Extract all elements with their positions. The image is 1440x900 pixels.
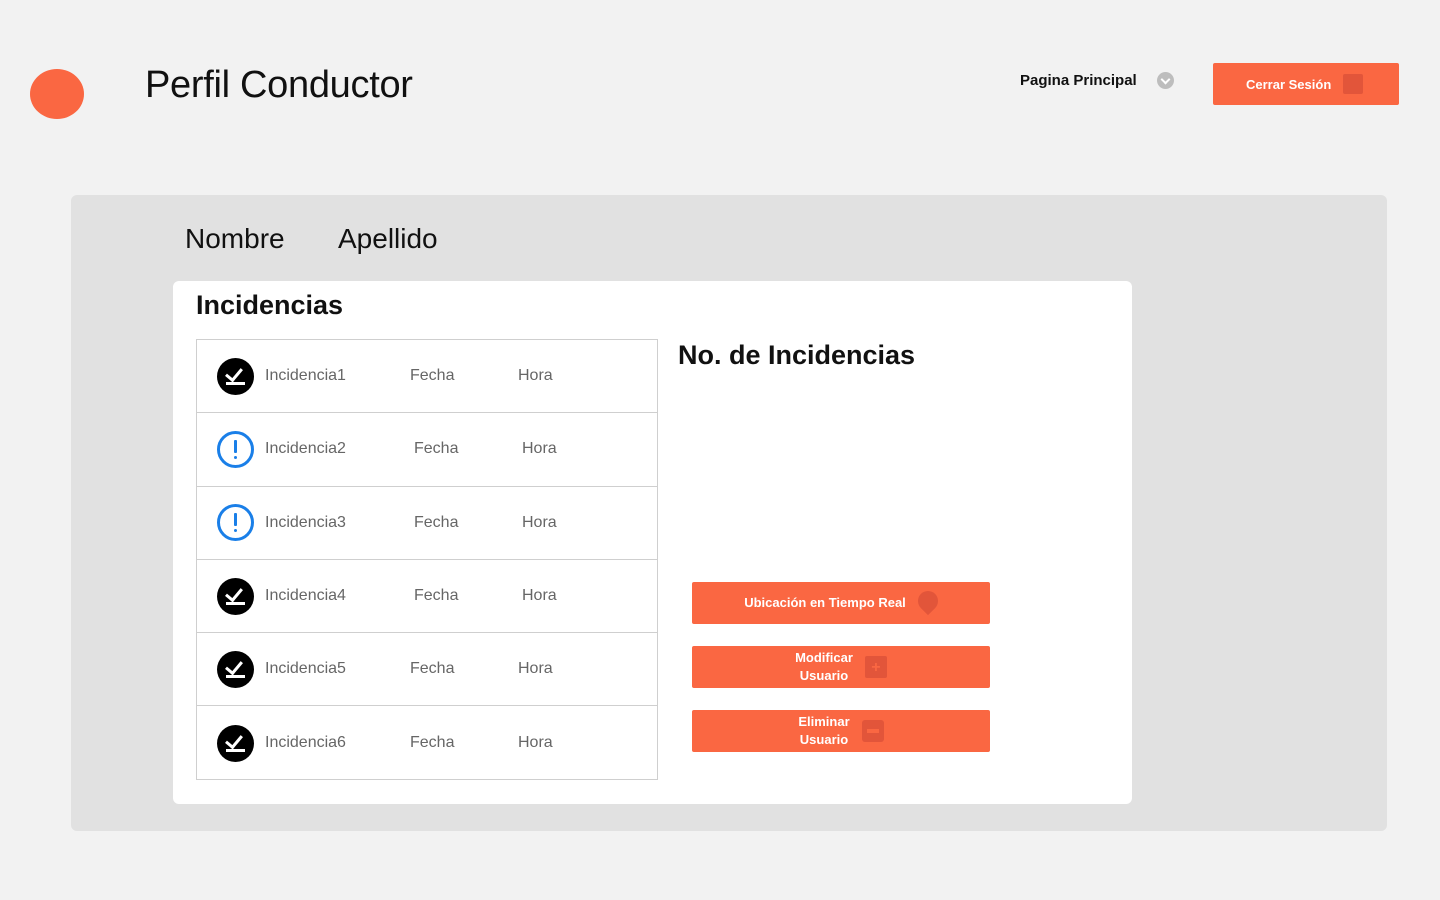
incident-name: Incidencia5: [265, 660, 346, 678]
incident-date: Fecha: [410, 367, 455, 385]
driver-last-name: Apellido: [338, 223, 438, 254]
incidents-title: Incidencias: [196, 290, 344, 320]
alert-icon: [217, 504, 254, 542]
check-icon: [217, 650, 254, 688]
incident-hour: Hora: [518, 660, 553, 678]
logo: [30, 69, 84, 119]
check-icon: [217, 577, 254, 615]
nav-home-label: Pagina Principal: [1020, 72, 1137, 89]
realtime-location-label: Ubicación en Tiempo Real: [744, 595, 906, 610]
chevron-down-icon: [1156, 72, 1174, 89]
logout-icon: [1343, 74, 1364, 94]
nav-home-dropdown[interactable]: Pagina Principal: [1020, 72, 1174, 89]
incident-name: Incidencia4: [265, 587, 346, 605]
calendar-add-icon: [864, 656, 887, 678]
page-title: Perfil Conductor: [145, 64, 413, 106]
list-item[interactable]: Incidencia1 Fecha Hora: [197, 340, 657, 414]
realtime-location-button[interactable]: Ubicación en Tiempo Real: [692, 582, 990, 624]
list-item[interactable]: Incidencia6 Fecha Hora: [197, 706, 657, 779]
logout-button[interactable]: Cerrar Sesión: [1213, 63, 1399, 105]
incident-date: Fecha: [414, 587, 459, 605]
incident-name: Incidencia2: [265, 440, 346, 458]
incident-hour: Hora: [522, 587, 557, 605]
delete-user-button[interactable]: Eliminar Usuario: [692, 710, 990, 752]
modify-user-label: Modificar Usuario: [795, 649, 853, 685]
incident-name: Incidencia3: [265, 513, 346, 531]
incident-date: Fecha: [414, 440, 459, 458]
delete-user-label-line1: Eliminar: [798, 714, 850, 729]
check-icon: [217, 724, 254, 762]
list-item[interactable]: Incidencia4 Fecha Hora: [197, 560, 657, 634]
delete-user-label-line2: Usuario: [799, 732, 849, 747]
incident-hour: Hora: [518, 734, 553, 752]
list-item[interactable]: Incidencia3 Fecha Hora: [197, 487, 657, 560]
incident-hour: Hora: [522, 440, 557, 458]
incident-date: Fecha: [410, 734, 455, 752]
incident-name: Incidencia6: [265, 734, 346, 752]
incident-count-title: No. de Incidencias: [678, 340, 916, 370]
minus-icon: [861, 720, 884, 742]
incident-hour: Hora: [518, 367, 553, 385]
incident-date: Fecha: [410, 660, 455, 678]
modify-user-label-line1: Modificar: [795, 650, 853, 665]
incident-date: Fecha: [414, 513, 459, 531]
incident-hour: Hora: [522, 513, 557, 531]
logout-label: Cerrar Sesión: [1246, 76, 1332, 92]
list-item[interactable]: Incidencia5 Fecha Hora: [197, 633, 657, 707]
list-item[interactable]: Incidencia2 Fecha Hora: [197, 413, 657, 487]
incident-name: Incidencia1: [265, 367, 346, 385]
modify-user-button[interactable]: Modificar Usuario: [692, 646, 990, 688]
incidents-list: Incidencia1 Fecha Hora Incidencia2 Fecha…: [196, 339, 658, 780]
map-pin-icon: [913, 586, 942, 616]
modify-user-label-line2: Usuario: [799, 668, 849, 683]
driver-first-name: Nombre: [185, 223, 285, 254]
delete-user-label: Eliminar Usuario: [798, 713, 849, 749]
check-icon: [217, 357, 254, 395]
alert-icon: [217, 430, 254, 468]
